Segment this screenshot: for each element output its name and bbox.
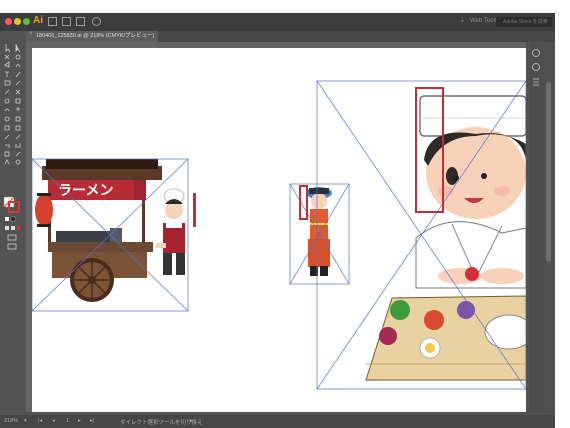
status-menu-icon[interactable]: ▸ bbox=[190, 418, 193, 424]
curvature-tool-icon bbox=[15, 64, 21, 68]
perspective-grid-tool-icon bbox=[15, 116, 21, 122]
document-tab-bar: × 180406_125830.ai @ 218% (CMYK/プレビュー) bbox=[26, 31, 555, 42]
canvas[interactable]: ラーメン bbox=[26, 42, 526, 412]
scale-tool-icon bbox=[15, 98, 21, 104]
sushi-chef-illustration bbox=[415, 95, 526, 289]
zoom-level[interactable]: 218% bbox=[4, 418, 18, 424]
zoom-dropdown-icon[interactable]: ▾ bbox=[24, 418, 27, 424]
magic-wand-tool-icon bbox=[4, 54, 10, 60]
gpu-performance-icon[interactable] bbox=[92, 17, 101, 26]
firefighter-illustration bbox=[306, 187, 332, 276]
menu-bar: Ai ⇣ Web Tools Adobe Stock を検索 bbox=[0, 13, 555, 31]
illustrator-app: Ai ⇣ Web Tools Adobe Stock を検索 × 180406_… bbox=[0, 0, 570, 428]
properties-panel-icon bbox=[532, 49, 540, 57]
status-bar: 218% ▾ |◂ ◂ 1 ▸ ▸| ダイレクト選択ツールを切り換え ▸ bbox=[0, 415, 555, 428]
panel-dock bbox=[529, 42, 543, 412]
app-logo: Ai bbox=[33, 15, 43, 26]
workspace-switcher[interactable]: ⇣ bbox=[460, 16, 465, 27]
ramen-highlight-mark bbox=[193, 193, 196, 227]
ramen-stall-illustration: ラーメン bbox=[35, 159, 185, 302]
shaper-tool-icon bbox=[4, 89, 10, 95]
eyedropper-tool-icon bbox=[4, 134, 10, 140]
default-colors-icon bbox=[5, 217, 9, 221]
bridge-icon[interactable] bbox=[48, 17, 57, 26]
symbol-sprayer-tool-icon bbox=[5, 144, 10, 148]
pen-tool-icon bbox=[4, 61, 10, 68]
slice-tool-icon bbox=[15, 151, 21, 157]
sushi-board-illustration bbox=[365, 295, 526, 381]
artboard-tool-icon bbox=[4, 151, 10, 157]
first-artboard-icon[interactable]: |◂ bbox=[38, 418, 42, 424]
stock-search-input[interactable]: Adobe Stock を検索 bbox=[496, 17, 552, 27]
fill-stroke-swatches bbox=[3, 196, 21, 250]
app-window: Ai ⇣ Web Tools Adobe Stock を検索 × 180406_… bbox=[0, 13, 555, 428]
draw-mode-icon bbox=[7, 234, 17, 241]
document-tab[interactable]: × 180406_125830.ai @ 218% (CMYK/プレビュー) bbox=[26, 31, 158, 42]
eraser-tool-icon bbox=[15, 89, 21, 95]
artboard-number[interactable]: 1 bbox=[66, 418, 69, 424]
screen-mode-icon bbox=[7, 243, 17, 250]
next-artboard-icon[interactable]: ▸ bbox=[78, 418, 81, 424]
rotate-tool-icon bbox=[4, 98, 10, 104]
libraries-panel-icon bbox=[532, 63, 540, 71]
previous-artboard-icon[interactable]: ◂ bbox=[52, 418, 55, 424]
workspace-label[interactable]: Web Tools bbox=[470, 16, 498, 27]
tool-icons[interactable] bbox=[0, 31, 26, 401]
shape-builder-tool-icon bbox=[4, 116, 10, 122]
color-mode-icon bbox=[5, 226, 9, 230]
close-tab-icon[interactable]: × bbox=[29, 31, 33, 37]
type-tool-icon bbox=[5, 71, 9, 77]
line-tool-icon bbox=[15, 71, 21, 78]
free-transform-tool-icon bbox=[16, 107, 20, 111]
close-window-button[interactable] bbox=[5, 18, 12, 25]
zoom-window-button[interactable] bbox=[23, 18, 30, 25]
ramen-sign-text: ラーメン bbox=[58, 183, 113, 199]
artboard[interactable]: ラーメン bbox=[32, 48, 526, 412]
last-artboard-icon[interactable]: ▸| bbox=[90, 418, 94, 424]
column-graph-tool-icon bbox=[15, 143, 21, 148]
lasso-tool-icon bbox=[15, 54, 21, 60]
panel-icons[interactable] bbox=[529, 42, 543, 102]
layers-panel-icon bbox=[533, 78, 539, 86]
selection-tool-icon bbox=[5, 44, 11, 53]
direct-selection-tool-icon bbox=[15, 44, 21, 53]
arrange-documents-icon[interactable] bbox=[76, 17, 85, 26]
artwork[interactable]: ラーメン bbox=[32, 48, 526, 412]
zoom-tool-icon bbox=[15, 159, 21, 165]
mesh-tool-icon bbox=[4, 125, 10, 131]
hand-tool-icon bbox=[4, 159, 10, 165]
gradient-tool-icon bbox=[15, 125, 21, 131]
document-tab-label: 180406_125830.ai @ 218% (CMYK/プレビュー) bbox=[36, 33, 155, 39]
blend-tool-icon bbox=[15, 134, 21, 140]
width-tool-icon bbox=[4, 108, 10, 112]
rectangle-tool-icon bbox=[4, 80, 11, 86]
vertical-scrollbar[interactable] bbox=[543, 42, 555, 415]
stock-icon[interactable] bbox=[62, 17, 71, 26]
tools-panel bbox=[0, 31, 26, 401]
minimize-window-button[interactable] bbox=[14, 18, 21, 25]
vertical-scroll-thumb[interactable] bbox=[546, 82, 551, 262]
paintbrush-tool-icon bbox=[15, 80, 21, 86]
